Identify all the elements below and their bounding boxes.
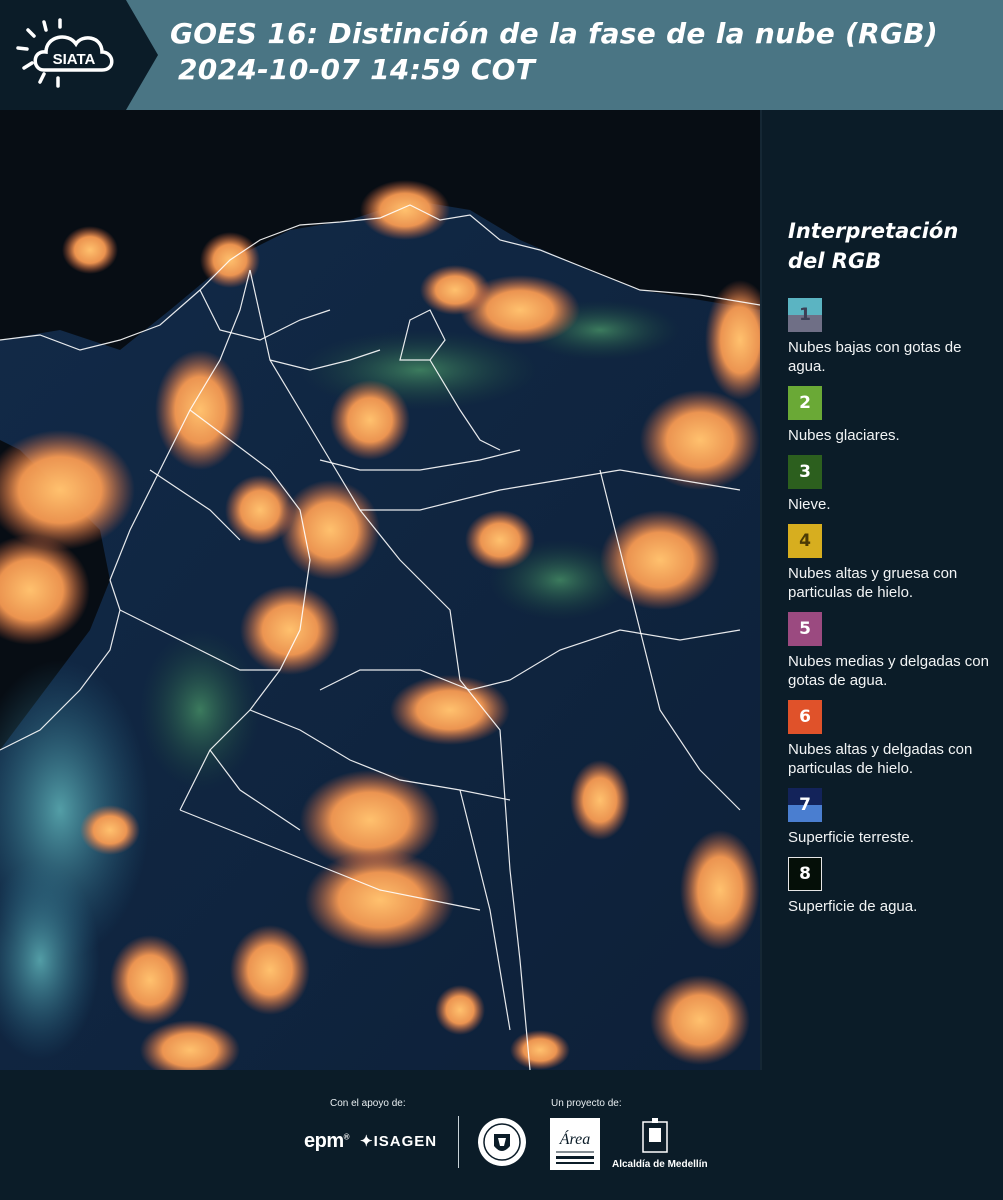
amva-logo-icon: Área [556,1129,594,1164]
siata-logo: SIATA [16,18,114,88]
legend-swatch-6: 6 [788,700,822,734]
legend-item-3: 3 Nieve. [788,455,993,514]
legend-title: Interpretación del RGB [788,216,993,276]
legend-swatch-4: 4 [788,524,822,558]
header-bar: SIATA GOES 16: Distinción de la fase de … [0,0,1003,110]
legend-label: Nubes medias y delgadas con gotas de agu… [788,653,989,689]
rgb-legend: Interpretación del RGB 1 Nubes bajas con… [788,216,993,926]
amva-logo-text: Área [559,1129,591,1148]
legend-number: 1 [799,305,811,325]
legend-item-5: 5 Nubes medias y delgadas con gotas de a… [788,612,993,690]
legend-number: 6 [799,707,811,727]
alcaldia-emblem-icon [642,1118,668,1153]
legend-item-4: 4 Nubes altas y gruesa con particulas de… [788,524,993,602]
legend-title-line2: del RGB [788,249,882,273]
isagen-logo: ✦ISAGEN [360,1133,438,1150]
satellite-image [0,110,760,1070]
isagen-logo-text: ISAGEN [373,1133,438,1150]
legend-swatch-3: 3 [788,455,822,489]
legend-swatch-2: 2 [788,386,822,420]
legend-number: 3 [799,462,811,482]
logo-text: SIATA [53,51,96,68]
legend-label: Nubes altas y delgadas con particulas de… [788,741,973,777]
legend-item-2: 2 Nubes glaciares. [788,386,993,445]
legend-item-6: 6 Nubes altas y delgadas con particulas … [788,700,993,778]
title-product: GOES 16: Distinción de la fase de la nub… [170,17,939,50]
footer: Con el apoyo de: Un proyecto de: epm® ✦I… [0,1070,1003,1200]
legend-swatch-1: 1 [788,298,822,332]
page-title: GOES 16: Distinción de la fase de la nub… [170,16,938,88]
legend-item-1: 1 Nubes bajas con gotas de agua. [788,298,993,376]
legend-item-7: 7 Superficie terreste. [788,788,993,847]
amva-logo: Área [550,1118,600,1170]
title-datetime: 2024-10-07 14:59 COT [178,53,536,86]
satellite-map[interactable] [0,110,762,1070]
legend-label: Nubes bajas con gotas de agua. [788,339,962,375]
legend-number: 2 [799,393,811,413]
legend-label: Superficie terreste. [788,829,914,846]
support-label: Con el apoyo de: [330,1098,406,1109]
legend-number: 4 [799,531,811,551]
medellin-seal-icon [478,1118,526,1166]
alcaldia-label: Alcaldía de Medellín [612,1159,708,1170]
epm-logo-text: epm [304,1130,344,1152]
footer-divider [458,1116,459,1168]
project-label: Un proyecto de: [551,1098,622,1109]
legend-swatch-8: 8 [788,857,822,891]
legend-number: 5 [799,619,811,639]
legend-item-8: 8 Superficie de agua. [788,857,993,916]
legend-title-line1: Interpretación [788,219,959,243]
epm-logo: epm® [304,1130,350,1152]
legend-label: Nieve. [788,496,831,513]
logo-block: SIATA [0,0,158,110]
legend-swatch-7: 7 [788,788,822,822]
legend-swatch-5: 5 [788,612,822,646]
legend-number: 8 [799,864,811,884]
legend-number: 7 [799,795,811,815]
legend-label: Nubes altas y gruesa con particulas de h… [788,565,958,601]
legend-label: Superficie de agua. [788,898,918,915]
legend-label: Nubes glaciares. [788,427,900,444]
